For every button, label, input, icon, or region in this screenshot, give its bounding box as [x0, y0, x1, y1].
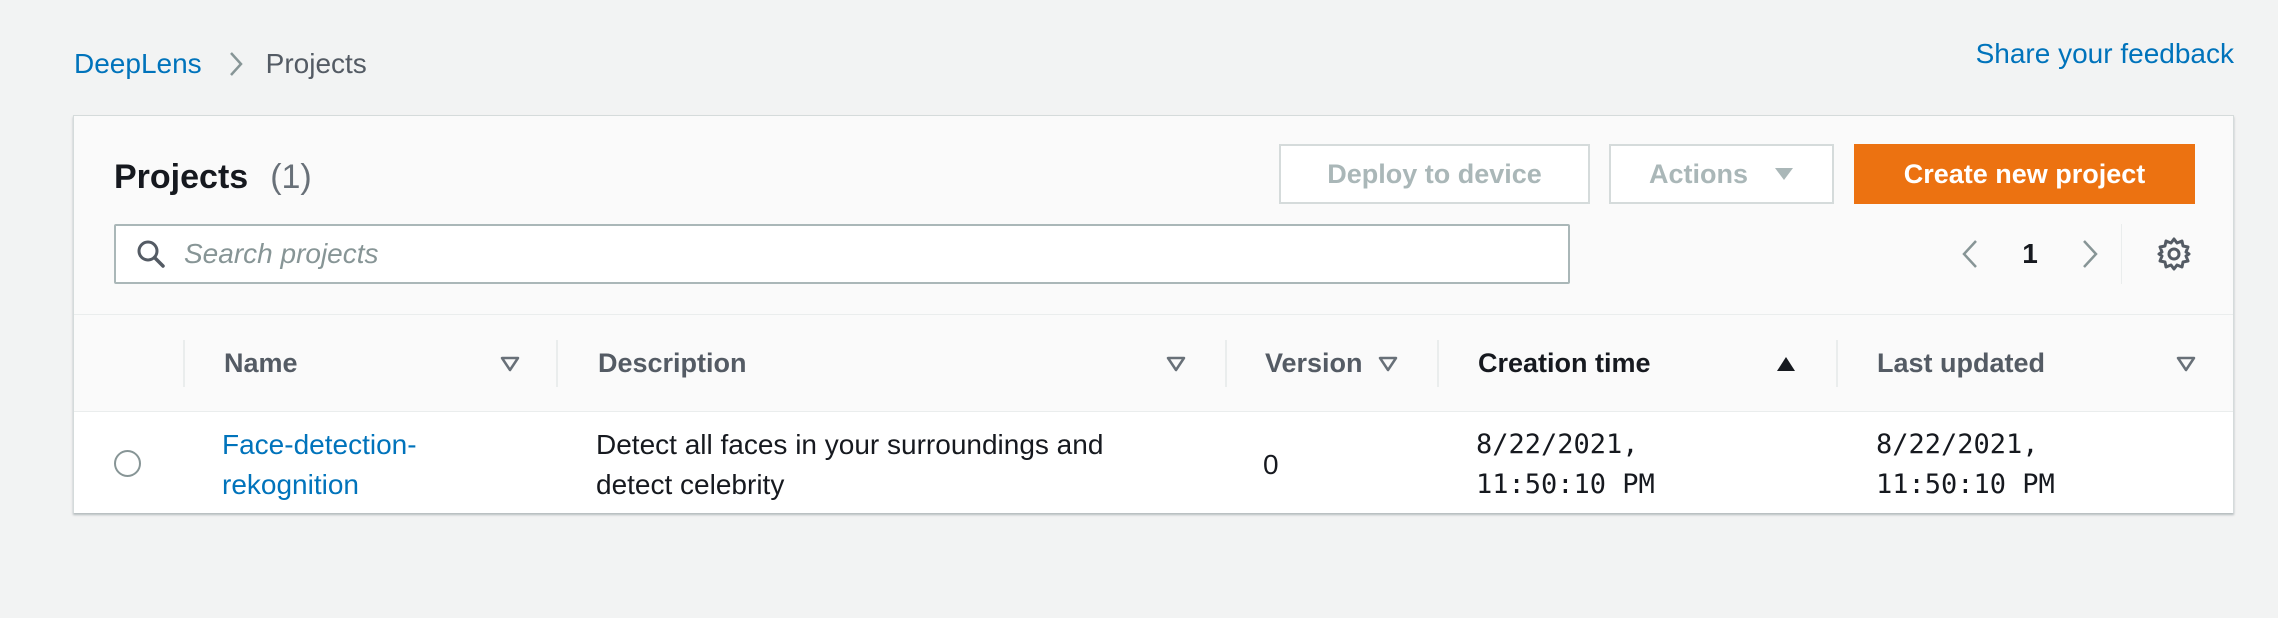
project-name-link[interactable]: Face-detection- rekognition [222, 425, 417, 505]
deploy-to-device-button[interactable]: Deploy to device [1279, 144, 1590, 204]
row-select-radio[interactable] [114, 450, 141, 477]
sort-caret-icon[interactable] [497, 351, 523, 377]
sort-caret-icon[interactable] [1375, 351, 1401, 377]
column-header-name[interactable]: Name [224, 315, 298, 412]
sort-caret-icon[interactable] [2173, 351, 2199, 377]
column-header-last-updated[interactable]: Last updated [1877, 315, 2045, 412]
project-last-updated: 8/22/2021, 11:50:10 PM [1876, 425, 2055, 505]
pagination-divider [2121, 224, 2122, 284]
page-title: Projects (1) [114, 154, 312, 200]
create-button-label: Create new project [1903, 158, 2146, 189]
create-new-project-button[interactable]: Create new project [1854, 144, 2195, 204]
project-name-line: rekognition [222, 469, 359, 500]
projects-table-container: Projects (1) Deploy to device Actions Cre… [73, 115, 2234, 513]
creation-time-line: 8/22/2021, [1476, 429, 1639, 460]
table-column-headers: Name Description Version Creation time L… [74, 315, 2233, 412]
breadcrumb: DeepLens Projects [74, 46, 367, 82]
project-count: (1) [270, 158, 312, 196]
actions-button-label: Actions [1648, 158, 1748, 189]
sort-caret-icon[interactable] [1163, 351, 1189, 377]
table-row[interactable]: Face-detection- rekognition Detect all f… [74, 413, 2233, 513]
column-header-version[interactable]: Version [1265, 315, 1363, 412]
column-separator [1836, 340, 1838, 387]
description-line: detect celebrity [596, 469, 785, 500]
title-text: Projects [114, 158, 249, 196]
search-box [114, 224, 1570, 284]
column-header-creation-time[interactable]: Creation time [1478, 315, 1651, 412]
actions-dropdown-button[interactable]: Actions [1609, 144, 1834, 204]
search-icon [136, 239, 166, 269]
column-separator [556, 340, 558, 387]
share-feedback-link[interactable]: Share your feedback [1976, 36, 2234, 72]
pagination: 1 [1950, 229, 2110, 279]
project-name-line: Face-detection- [222, 429, 417, 460]
chevron-left-icon[interactable] [1950, 229, 1990, 279]
caret-down-icon [1774, 167, 1794, 181]
project-creation-time: 8/22/2021, 11:50:10 PM [1476, 425, 1655, 505]
project-description: Detect all faces in your surroundings an… [596, 425, 1103, 505]
current-page-number[interactable]: 1 [1990, 238, 2070, 270]
column-header-description[interactable]: Description [598, 315, 747, 412]
deeplens-projects-page: DeepLens Projects Share your feedback Pr… [0, 0, 2278, 618]
project-version: 0 [1263, 449, 1279, 480]
description-line: Detect all faces in your surroundings an… [596, 429, 1104, 460]
gear-icon[interactable] [2154, 234, 2194, 274]
chevron-right-icon [228, 51, 244, 77]
sort-caret-up-icon[interactable] [1773, 351, 1799, 377]
last-updated-line: 8/22/2021, [1876, 429, 2039, 460]
chevron-right-icon[interactable] [2070, 229, 2110, 279]
column-separator [183, 340, 185, 387]
column-separator [1225, 340, 1227, 387]
last-updated-line: 11:50:10 PM [1876, 469, 2055, 500]
search-input[interactable] [184, 238, 1534, 270]
deploy-button-label: Deploy to device [1327, 158, 1542, 189]
creation-time-line: 11:50:10 PM [1476, 469, 1655, 500]
table-header-panel: Projects (1) Deploy to device Actions Cre… [74, 116, 2233, 315]
breadcrumb-current: Projects [265, 48, 367, 79]
column-separator [1437, 340, 1439, 387]
breadcrumb-deeplens-link[interactable]: DeepLens [74, 46, 202, 82]
